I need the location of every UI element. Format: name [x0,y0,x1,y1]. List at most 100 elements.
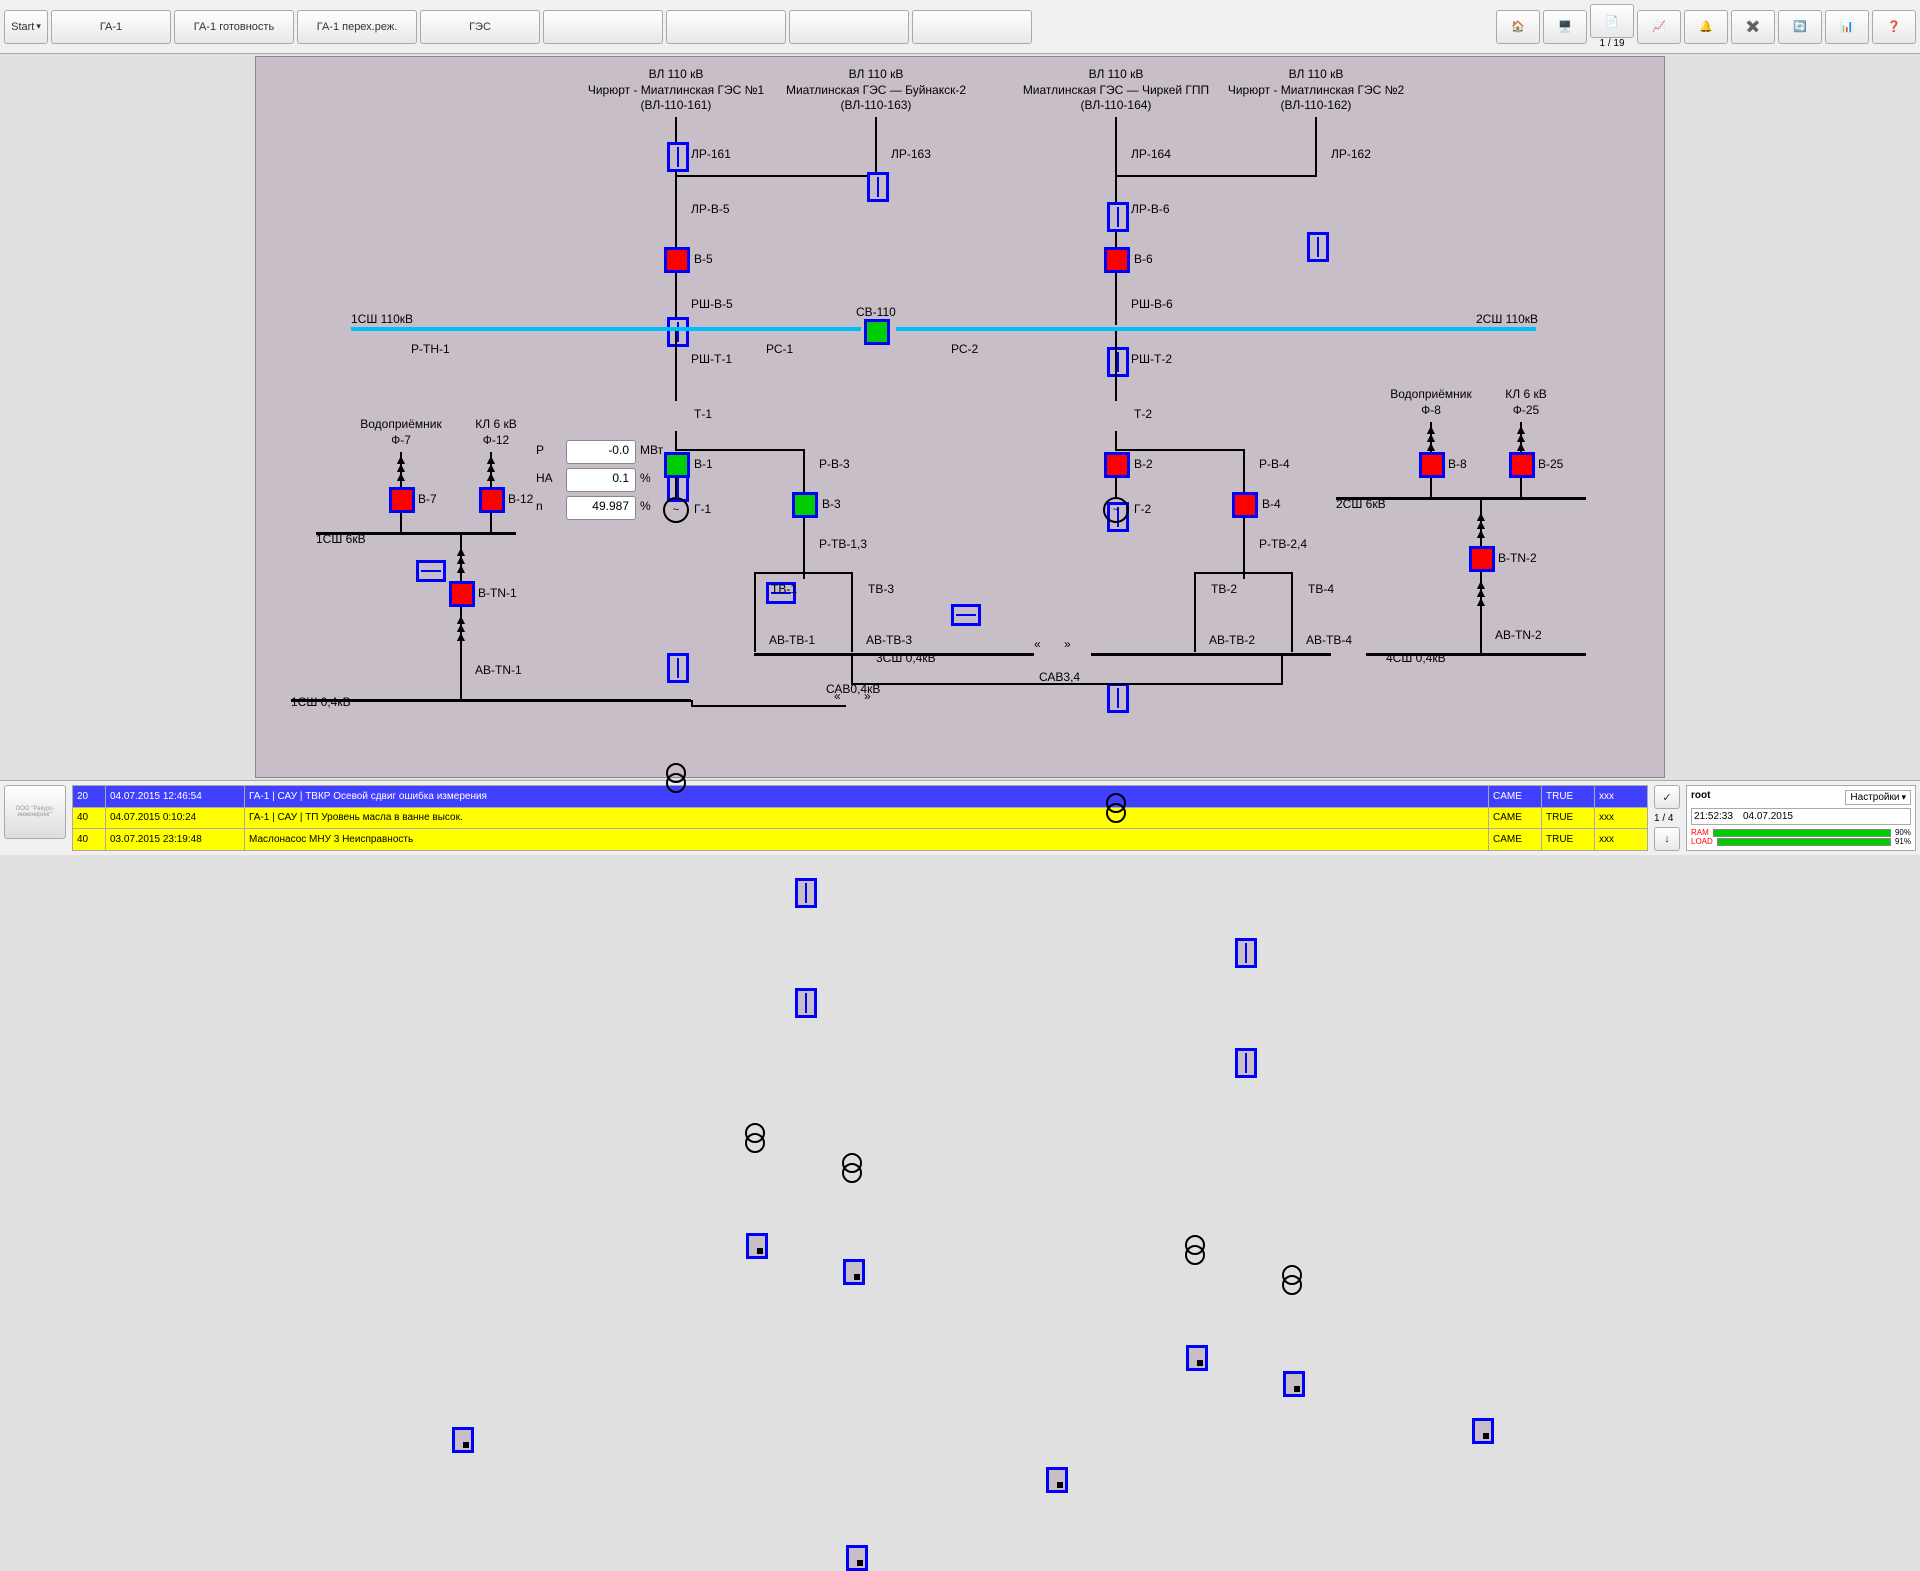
breaker-v1[interactable] [664,452,690,478]
alarm-row[interactable]: 4004.07.2015 0:10:24ГА-1 | САУ | ТП Уров… [73,807,1648,829]
chart-icon[interactable]: 📈 [1637,10,1681,44]
label-v3: В-3 [822,497,841,511]
monitor-icon[interactable]: 🖥️ [1543,10,1587,44]
disc-rv3[interactable] [795,878,817,908]
breaker-v7[interactable] [389,487,415,513]
cb-avtn1[interactable] [452,1427,474,1453]
label-2sh110: 2СШ 110кВ [1476,312,1538,326]
label-vtn1: В-ТN-1 [478,586,517,600]
nav-button-5[interactable] [666,10,786,44]
label-lr164: ЛР-164 [1131,147,1171,161]
transformer-tv3[interactable] [842,1153,862,1183]
transformer-t2[interactable] [1106,793,1126,823]
disc-lrv5[interactable] [667,317,689,347]
label-rtv13: Р-ТВ-1,3 [819,537,867,551]
meas-ha-label: НА [536,471,553,485]
cb-sav04[interactable] [846,1545,868,1571]
disc-lr163[interactable] [867,172,889,202]
alarm-row[interactable]: 4003.07.2015 23:19:48Маслонасос МНУ 3 Не… [73,829,1648,851]
start-button[interactable]: Start [4,10,48,44]
arrows-icon: ▲▲▲ [1474,512,1488,537]
label-v1: В-1 [694,457,713,471]
nav-button-3[interactable]: ГЭС [420,10,540,44]
nav-button-1[interactable]: ГА-1 готовность [174,10,294,44]
breaker-v5[interactable] [664,247,690,273]
label-v2: В-2 [1134,457,1153,471]
breaker-v2[interactable] [1104,452,1130,478]
disc-rtv24[interactable] [1235,1048,1257,1078]
breaker-v25[interactable] [1509,452,1535,478]
breaker-v12[interactable] [479,487,505,513]
alarm-row[interactable]: 2004.07.2015 12:46:54ГА-1 | САУ | ТВКР О… [73,786,1648,808]
feeder-kl25: КЛ 6 кВФ-25 [1491,387,1561,418]
disc-rsht1[interactable] [667,653,689,683]
meas-n-unit: % [640,499,651,513]
status-date: 04.07.2015 [1743,811,1793,822]
label-rtv24: Р-ТВ-2,4 [1259,537,1307,551]
alarm-panel: ООО "Ракурс-инжиниринг" 2004.07.2015 12:… [0,780,1920,855]
cb-avtn2[interactable] [1472,1418,1494,1444]
arrows-icon: ▲▲▲ [1424,425,1438,450]
status-panel: root Настройки 21:52:33 04.07.2015 RAM 9… [1686,785,1916,851]
disc-rtv13[interactable] [795,988,817,1018]
generator-g1[interactable] [663,497,689,523]
home-icon[interactable]: 🏠 [1496,10,1540,44]
meas-ha-unit: % [640,471,651,485]
nav-button-0[interactable]: ГА-1 [51,10,171,44]
disc-lr161[interactable] [667,142,689,172]
breaker-v8[interactable] [1419,452,1445,478]
transformer-t1[interactable] [666,763,686,793]
ack-icon[interactable]: ✓ [1654,785,1680,809]
nav-button-6[interactable] [789,10,909,44]
transformer-tv2[interactable] [1185,1235,1205,1265]
arrows-icon: » [1064,637,1071,651]
breaker-v4[interactable] [1232,492,1258,518]
cb-avtv2[interactable] [1186,1345,1208,1371]
generator-g2[interactable] [1103,497,1129,523]
transformer-tv4[interactable] [1282,1265,1302,1295]
cb-avtv3[interactable] [843,1259,865,1285]
disc-rc2[interactable] [951,604,981,626]
label-v6: В-6 [1134,252,1153,266]
breaker-v3[interactable] [792,492,818,518]
disc-rv4[interactable] [1235,938,1257,968]
refresh-icon[interactable]: 🔄 [1778,10,1822,44]
help-icon[interactable]: ❓ [1872,10,1916,44]
disc-lr164[interactable] [1107,202,1129,232]
cb-avtv4[interactable] [1283,1371,1305,1397]
breaker-vtn1[interactable] [449,581,475,607]
disc-lr162[interactable] [1307,232,1329,262]
nav-button-7[interactable] [912,10,1032,44]
breaker-sv110[interactable] [864,319,890,345]
disc-rtn1[interactable] [416,560,446,582]
nav-button-2[interactable]: ГА-1 перех.реж. [297,10,417,44]
report-icon[interactable]: 📊 [1825,10,1869,44]
label-g2: Г-2 [1134,502,1151,516]
arrows-icon: ▲▲▲ [1474,580,1488,605]
alarm-icon[interactable]: 🔔 [1684,10,1728,44]
arrows-icon: ▲▲▲ [394,455,408,480]
label-rv4: Р-В-4 [1259,457,1290,471]
label-rsht2: РШ-Т-2 [1131,352,1172,366]
close-icon[interactable]: ✖️ [1731,10,1775,44]
transformer-tv1[interactable] [745,1123,765,1153]
cb-avtv1[interactable] [746,1233,768,1259]
meas-p-value: -0.0 [566,440,636,464]
settings-dropdown[interactable]: Настройки [1845,790,1911,805]
label-g1: Г-1 [694,502,711,516]
label-tv3: ТВ-3 [868,582,894,596]
cb-sav34[interactable] [1046,1467,1068,1493]
meas-ha-value: 0.1 [566,468,636,492]
label-vtn2: В-ТN-2 [1498,551,1537,565]
page-nav-icon[interactable]: 📄 [1590,4,1634,38]
label-v25: В-25 [1538,457,1563,471]
label-avtv1: АВ-ТВ-1 [769,633,815,647]
nav-button-4[interactable] [543,10,663,44]
feeder-vodo7: ВодоприёмникФ-7 [356,417,446,448]
label-v4: В-4 [1262,497,1281,511]
breaker-vtn2[interactable] [1469,546,1495,572]
next-icon[interactable]: ↓ [1654,827,1680,851]
disc-lrv6[interactable] [1107,347,1129,377]
disc-rsht2[interactable] [1107,683,1129,713]
breaker-v6[interactable] [1104,247,1130,273]
